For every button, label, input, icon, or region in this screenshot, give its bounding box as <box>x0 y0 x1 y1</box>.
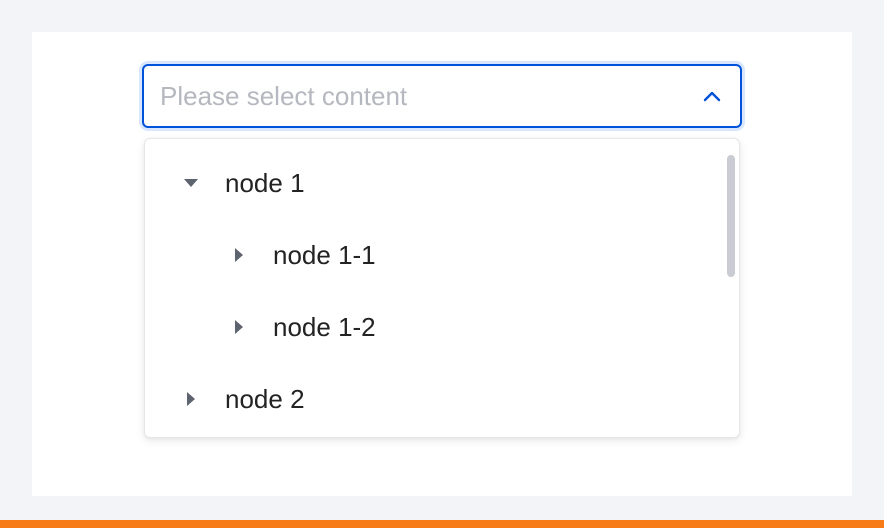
caret-right-icon[interactable] <box>179 387 203 411</box>
tree: node 1 node 1-1 node 1-2 node 2 <box>145 147 725 435</box>
tree-node-node-2[interactable]: node 2 <box>145 363 725 435</box>
select-input[interactable] <box>160 76 692 116</box>
tree-node-node-1-2[interactable]: node 1-2 <box>145 291 725 363</box>
tree-node-label: node 1 <box>225 168 305 198</box>
tree-node-node-1[interactable]: node 1 <box>145 147 725 219</box>
tree-dropdown-panel: node 1 node 1-1 node 1-2 node 2 <box>144 138 740 438</box>
tree-select[interactable] <box>142 64 742 128</box>
tree-node-label: node 1-2 <box>273 312 376 342</box>
tree-node-label: node 2 <box>225 384 305 414</box>
chevron-up-icon[interactable] <box>700 84 724 108</box>
tree-node-node-1-1[interactable]: node 1-1 <box>145 219 725 291</box>
tree-node-label: node 1-1 <box>273 240 376 270</box>
caret-right-icon[interactable] <box>227 315 251 339</box>
caret-right-icon[interactable] <box>227 243 251 267</box>
caret-down-icon[interactable] <box>179 171 203 195</box>
bottom-accent-bar <box>0 520 884 528</box>
scrollbar-thumb[interactable] <box>727 155 735 277</box>
